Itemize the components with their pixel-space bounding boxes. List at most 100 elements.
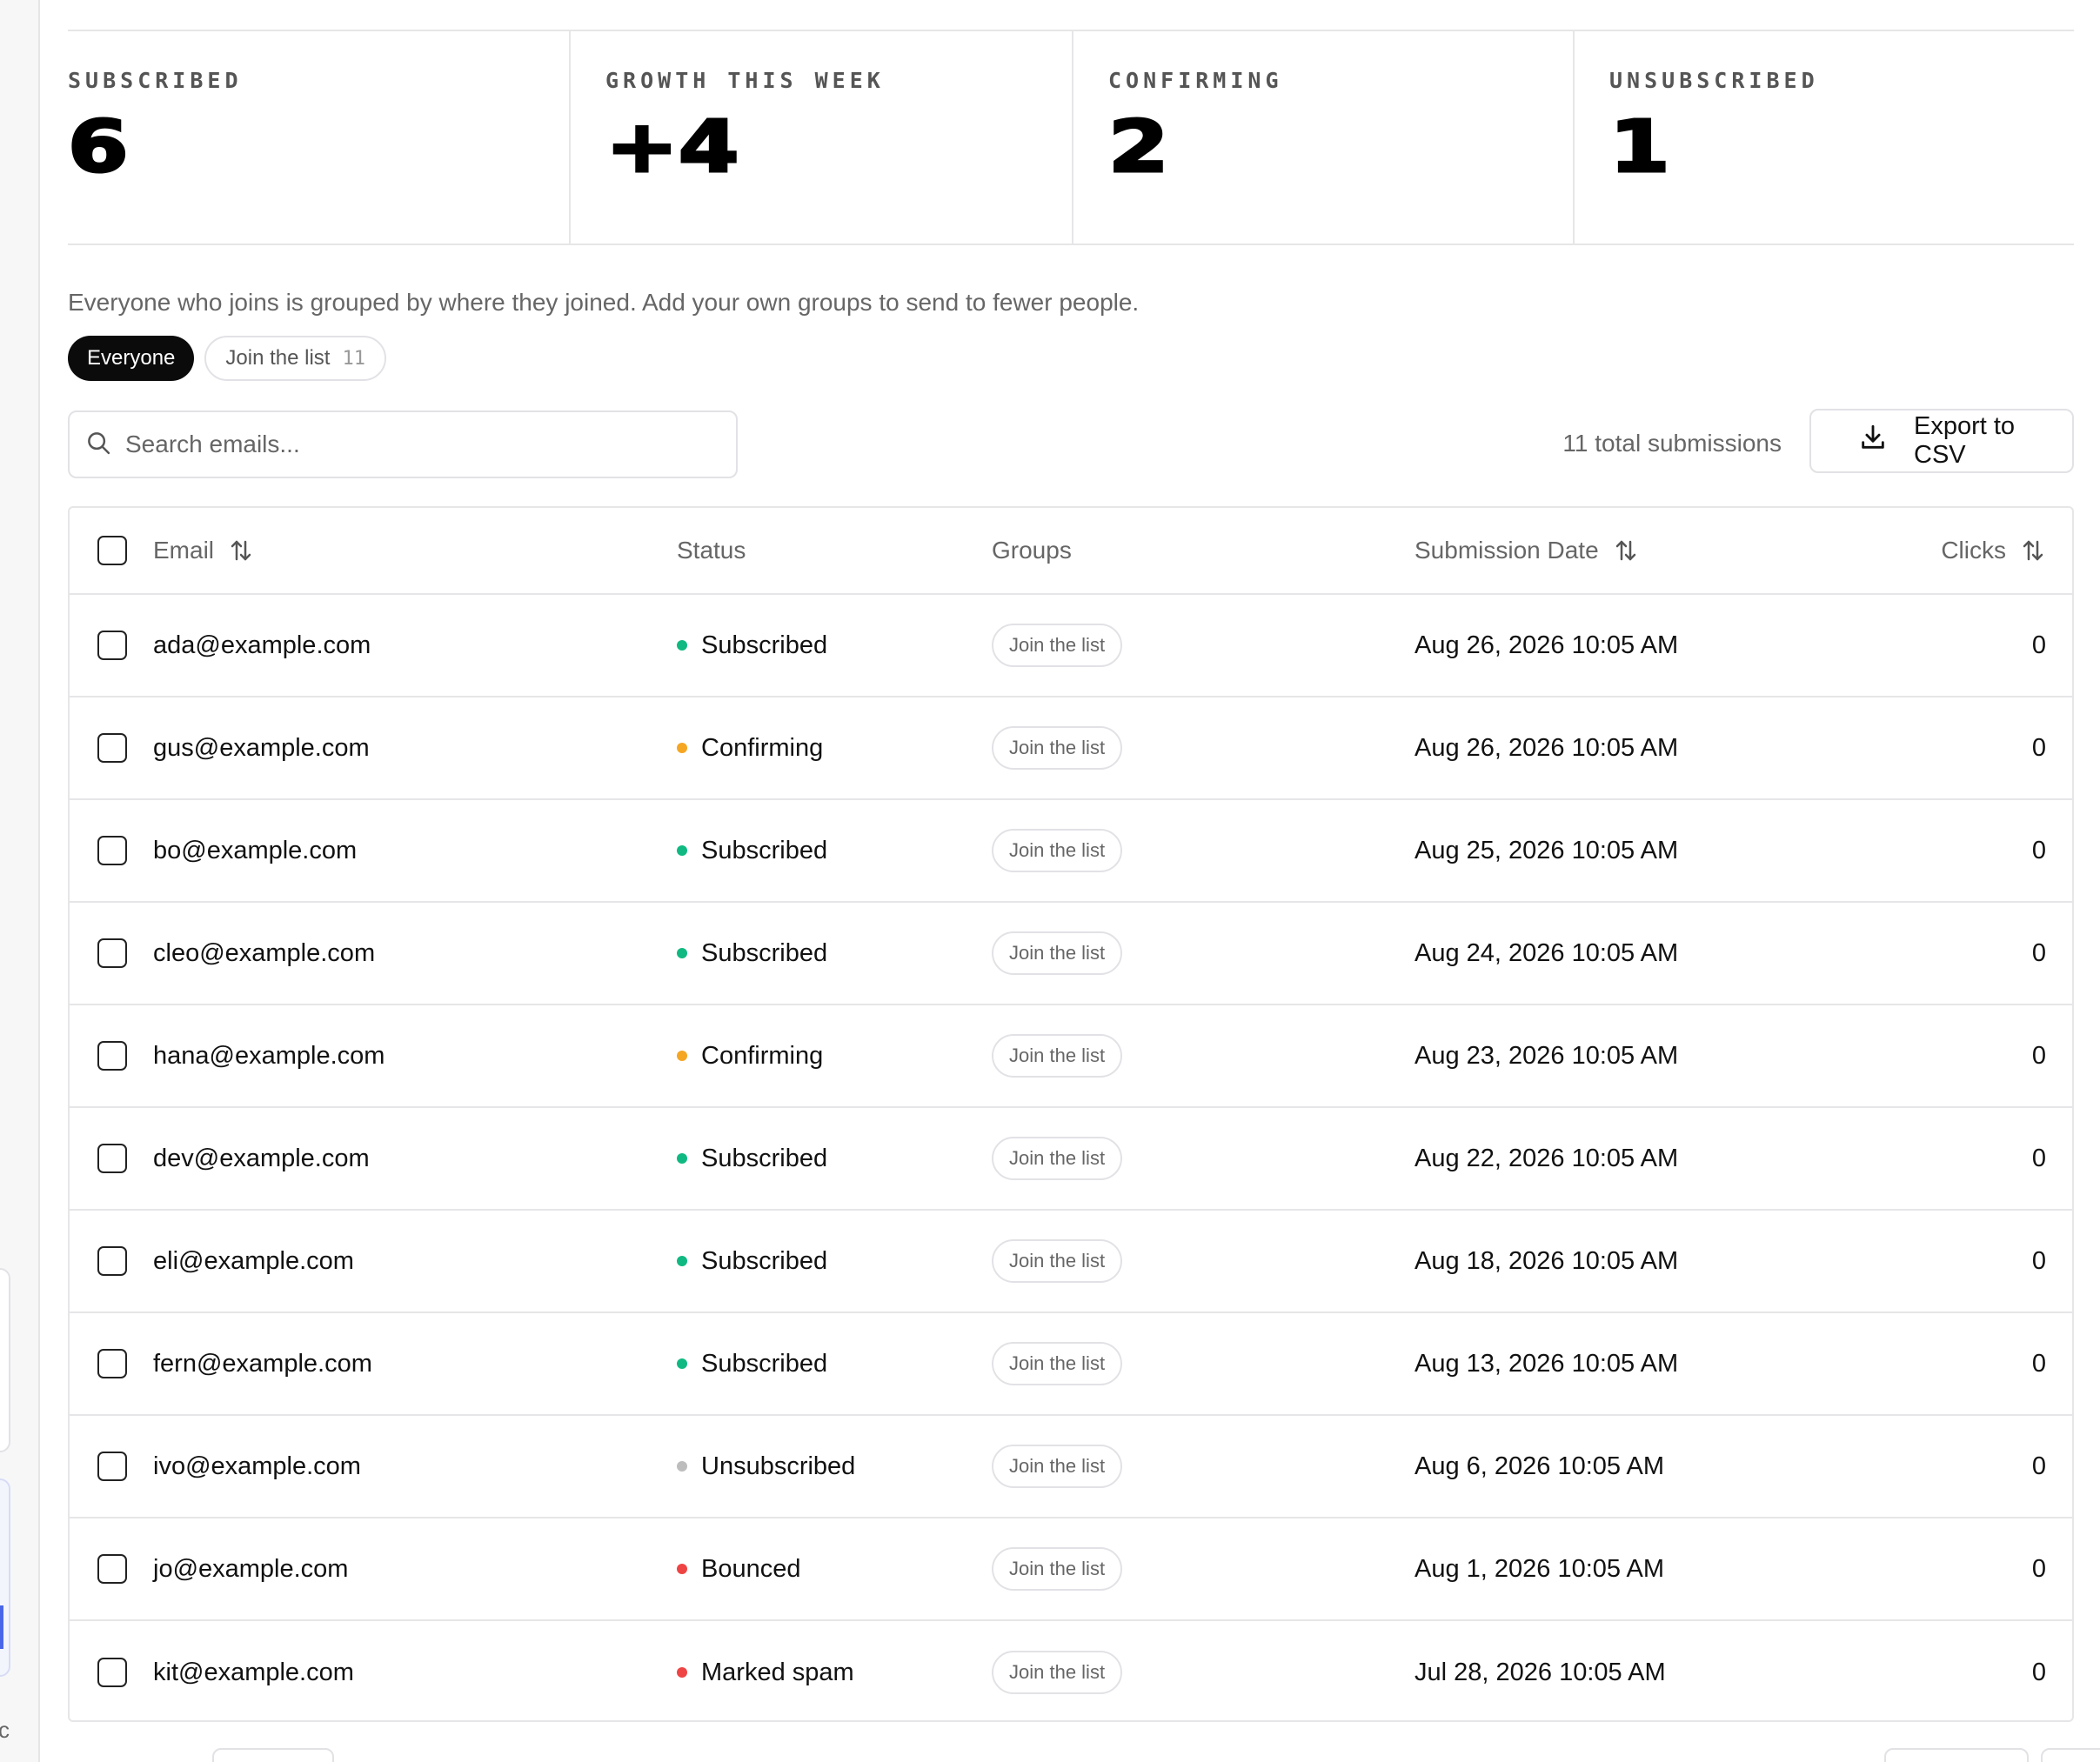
row-email[interactable]: cleo@example.com <box>153 939 375 968</box>
sidebar-card[interactable] <box>0 1268 10 1452</box>
stat-label: GROWTH THIS WEEK <box>605 68 885 93</box>
row-email[interactable]: kit@example.com <box>153 1659 354 1687</box>
row-email[interactable]: dev@example.com <box>153 1145 370 1173</box>
group-pill[interactable]: Join the list <box>992 1034 1123 1078</box>
status-label: Confirming <box>701 1041 824 1070</box>
stat-value: 6 <box>66 106 130 189</box>
row-groups: Join the list <box>992 829 1123 872</box>
chip-join-the-list[interactable]: Join the list 11 <box>204 336 386 381</box>
row-clicks: 0 <box>2031 938 2046 967</box>
row-email[interactable]: fern@example.com <box>153 1350 372 1378</box>
select-all-checkbox[interactable] <box>97 536 127 565</box>
main-content: SUBSCRIBED 6 GROWTH THIS WEEK +4 CONFIRM… <box>66 0 2100 1762</box>
row-email[interactable]: bo@example.com <box>153 837 357 865</box>
row-email[interactable]: hana@example.com <box>153 1042 385 1071</box>
group-pill[interactable]: Join the list <box>992 1651 1123 1694</box>
search-input[interactable] <box>125 430 717 458</box>
status-dot-icon <box>677 1564 687 1574</box>
row-submission-date: Aug 22, 2026 10:05 AM <box>1414 1144 1679 1172</box>
row-email[interactable]: gus@example.com <box>153 734 370 763</box>
stat-growth: GROWTH THIS WEEK +4 <box>571 31 1073 244</box>
row-groups: Join the list <box>992 931 1123 975</box>
status-dot-icon <box>677 845 687 856</box>
row-checkbox[interactable] <box>97 836 127 865</box>
group-pill[interactable]: Join the list <box>992 1342 1123 1385</box>
group-pill[interactable]: Join the list <box>992 931 1123 975</box>
row-checkbox[interactable] <box>97 631 127 660</box>
row-checkbox[interactable] <box>97 1554 127 1584</box>
chip-label: Join the list <box>225 346 331 370</box>
stat-label: UNSUBSCRIBED <box>1609 68 1819 93</box>
table-row[interactable]: cleo@example.com Subscribed Join the lis… <box>70 903 2072 1005</box>
table-row[interactable]: ivo@example.com Unsubscribed Join the li… <box>70 1416 2072 1518</box>
row-status: Confirming <box>677 1042 823 1071</box>
row-status: Confirming <box>677 734 823 763</box>
row-email[interactable]: eli@example.com <box>153 1247 354 1276</box>
chip-everyone[interactable]: Everyone <box>68 336 195 381</box>
group-pill[interactable]: Join the list <box>992 1137 1123 1180</box>
row-email[interactable]: ada@example.com <box>153 631 371 660</box>
table-row[interactable]: kit@example.com Marked spam Join the lis… <box>70 1621 2072 1720</box>
row-checkbox[interactable] <box>97 1658 127 1687</box>
row-checkbox[interactable] <box>97 733 127 763</box>
sidebar-truncated-text: c <box>0 1717 10 1743</box>
row-clicks: 0 <box>2031 1349 2046 1378</box>
status-dot-icon <box>677 1153 687 1164</box>
row-groups: Join the list <box>992 726 1123 770</box>
group-pill[interactable]: Join the list <box>992 1239 1123 1283</box>
row-checkbox[interactable] <box>97 1452 127 1481</box>
group-pill[interactable]: Join the list <box>992 829 1123 872</box>
table-row[interactable]: bo@example.com Subscribed Join the list … <box>70 800 2072 903</box>
group-pill[interactable]: Join the list <box>992 1445 1123 1488</box>
table-row[interactable]: gus@example.com Confirming Join the list… <box>70 697 2072 800</box>
status-dot-icon <box>677 1358 687 1369</box>
group-pill[interactable]: Join the list <box>992 726 1123 770</box>
pagination-size-select[interactable] <box>212 1748 334 1762</box>
table-row[interactable]: ada@example.com Subscribed Join the list… <box>70 595 2072 697</box>
table-row[interactable]: jo@example.com Bounced Join the list Aug… <box>70 1518 2072 1621</box>
table-row[interactable]: fern@example.com Subscribed Join the lis… <box>70 1313 2072 1416</box>
row-submission-date: Aug 6, 2026 10:05 AM <box>1414 1452 1664 1480</box>
row-clicks: 0 <box>2031 1041 2046 1070</box>
table-row[interactable]: eli@example.com Subscribed Join the list… <box>70 1211 2072 1313</box>
row-clicks: 0 <box>2031 1246 2046 1275</box>
row-checkbox[interactable] <box>97 1041 127 1071</box>
row-email[interactable]: jo@example.com <box>153 1555 348 1584</box>
row-checkbox[interactable] <box>97 1349 127 1378</box>
export-csv-button[interactable]: Export to CSV <box>1809 409 2074 473</box>
pagination-next-button[interactable] <box>2041 1748 2100 1762</box>
row-clicks: 0 <box>2031 1554 2046 1583</box>
row-clicks: 0 <box>2031 733 2046 762</box>
header-label: Email <box>153 537 215 564</box>
row-submission-date: Aug 24, 2026 10:05 AM <box>1414 938 1679 967</box>
group-pill[interactable]: Join the list <box>992 1547 1123 1591</box>
row-submission-date: Aug 18, 2026 10:05 AM <box>1414 1246 1679 1275</box>
row-clicks: 0 <box>2031 836 2046 864</box>
row-email[interactable]: ivo@example.com <box>153 1452 361 1481</box>
header-submission-date[interactable]: Submission Date <box>1414 537 1639 564</box>
row-checkbox[interactable] <box>97 1246 127 1276</box>
stat-unsubscribed: UNSUBSCRIBED 1 <box>1575 31 2074 244</box>
status-label: Subscribed <box>701 631 828 659</box>
table-header: Email Status Groups Submission Date Clic… <box>70 508 2072 595</box>
row-groups: Join the list <box>992 1445 1123 1488</box>
row-status: Bounced <box>677 1555 801 1584</box>
table-row[interactable]: dev@example.com Subscribed Join the list… <box>70 1108 2072 1211</box>
row-checkbox[interactable] <box>97 1144 127 1173</box>
row-groups: Join the list <box>992 1137 1123 1180</box>
search-box[interactable] <box>68 410 738 478</box>
row-submission-date: Aug 26, 2026 10:05 AM <box>1414 631 1679 659</box>
table-row[interactable]: hana@example.com Confirming Join the lis… <box>70 1005 2072 1108</box>
row-submission-date: Aug 26, 2026 10:05 AM <box>1414 733 1679 762</box>
row-groups: Join the list <box>992 1034 1123 1078</box>
stat-label: SUBSCRIBED <box>68 68 243 93</box>
status-dot-icon <box>677 743 687 753</box>
group-pill[interactable]: Join the list <box>992 624 1123 667</box>
chip-count: 11 <box>342 347 365 370</box>
pagination-prev-button[interactable] <box>1884 1748 2029 1762</box>
status-label: Subscribed <box>701 938 828 967</box>
row-checkbox[interactable] <box>97 938 127 968</box>
header-label: Submission Date <box>1414 537 1599 564</box>
header-email[interactable]: Email <box>153 537 254 564</box>
header-clicks[interactable]: Clicks <box>1941 537 2046 564</box>
